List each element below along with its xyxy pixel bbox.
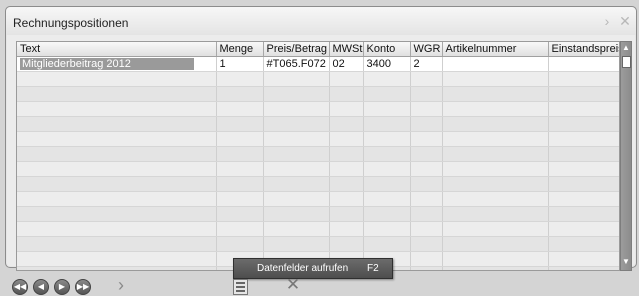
header-row: Text Menge Preis/Betrag MWSt Konto WGR A… [17,42,619,57]
chevron-right-icon[interactable]: › [600,14,614,28]
positions-table: Text Menge Preis/Betrag MWSt Konto WGR A… [17,42,619,270]
empty-row[interactable] [17,146,619,162]
column-header-wgr[interactable]: WGR [410,42,443,57]
window-title: Rechnungspositionen [13,16,129,30]
empty-row[interactable] [17,131,619,147]
cell-menge[interactable]: 1 [216,56,264,72]
cell-text[interactable]: Mitgliederbeitrag 2012 [17,56,217,72]
column-header-mwst[interactable]: MWSt [329,42,364,57]
cell-einstandspreis[interactable] [548,56,619,72]
empty-row[interactable] [17,161,619,177]
context-menu-label: Datenfelder aufrufen [257,263,349,274]
positions-grid: Text Menge Preis/Betrag MWSt Konto WGR A… [16,41,620,271]
delete-icon[interactable]: ✕ [285,276,301,293]
scroll-up-icon[interactable]: ▲ [621,42,631,54]
fields-icon[interactable] [233,279,248,295]
first-record-icon[interactable]: ◀◀ [12,279,28,295]
table-row[interactable]: Mitgliederbeitrag 2012 1 #T065.F072 02 3… [17,56,619,72]
selected-cell-value[interactable]: Mitgliederbeitrag 2012 [20,58,194,70]
scroll-thumb[interactable] [622,56,631,68]
empty-row[interactable] [17,71,619,87]
empty-row[interactable] [17,206,619,222]
empty-row[interactable] [17,236,619,252]
column-header-preis[interactable]: Preis/Betrag [263,42,330,57]
empty-row[interactable] [17,221,619,237]
next-record-icon[interactable]: ▶ [54,279,70,295]
chevron-right-icon[interactable]: › [118,276,132,294]
empty-row[interactable] [17,101,619,117]
cell-artikelnummer[interactable] [442,56,549,72]
title-bar: Rechnungspositionen › ✕ [6,7,636,35]
bottom-toolbar: ◀◀ ◀ ▶ ▶▶ › ✕ [0,276,639,296]
scroll-down-icon[interactable]: ▼ [621,256,631,268]
cell-mwst[interactable]: 02 [329,56,364,72]
last-record-icon[interactable]: ▶▶ [75,279,91,295]
close-icon[interactable]: ✕ [618,14,632,28]
empty-row[interactable] [17,86,619,102]
column-header-konto[interactable]: Konto [363,42,411,57]
column-header-einstandspreis[interactable]: Einstandspreis [548,42,619,57]
empty-row[interactable] [17,176,619,192]
context-menu-shortcut: F2 [367,263,379,274]
column-header-artikelnummer[interactable]: Artikelnummer [442,42,549,57]
cell-wgr[interactable]: 2 [410,56,443,72]
column-header-text[interactable]: Text [17,42,217,57]
cell-konto[interactable]: 3400 [363,56,411,72]
empty-row[interactable] [17,116,619,132]
empty-row[interactable] [17,191,619,207]
vertical-scrollbar[interactable]: ▲ ▼ [620,41,632,271]
cell-preis[interactable]: #T065.F072 [263,56,330,72]
invoice-items-window: Rechnungspositionen › ✕ Text Menge Preis… [5,6,637,271]
column-header-menge[interactable]: Menge [216,42,264,57]
previous-record-icon[interactable]: ◀ [33,279,49,295]
